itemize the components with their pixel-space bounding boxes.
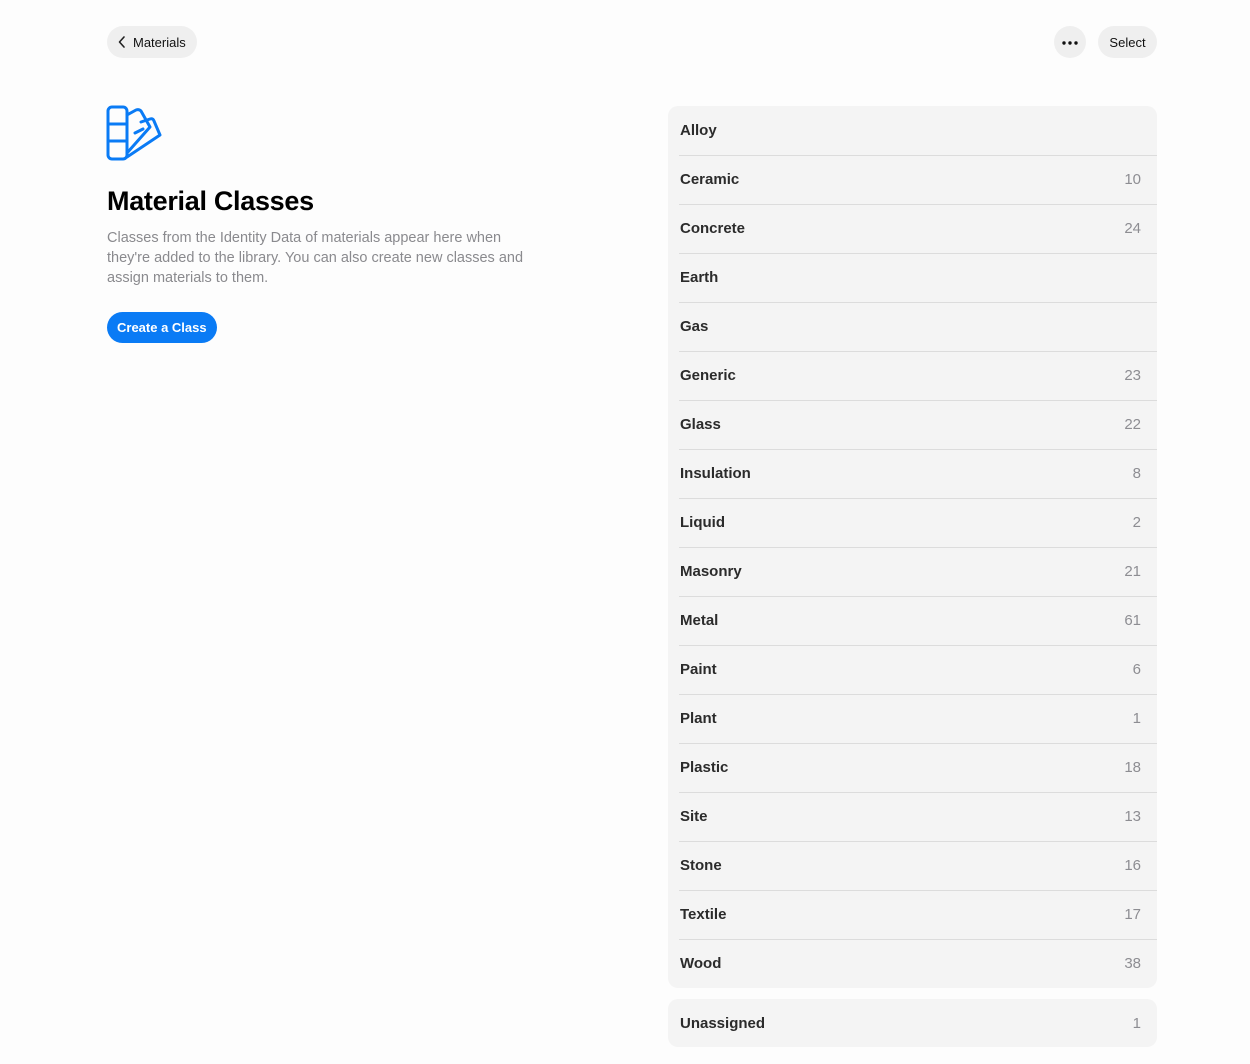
class-count: 2 <box>1132 514 1141 531</box>
class-name: Glass <box>680 416 721 433</box>
class-count: 8 <box>1132 465 1141 482</box>
class-row-paint[interactable]: Paint 6 <box>668 645 1157 694</box>
page-title: Material Classes <box>107 186 314 216</box>
class-row-concrete[interactable]: Concrete 24 <box>668 204 1157 253</box>
class-row-masonry[interactable]: Masonry 21 <box>668 547 1157 596</box>
class-name: Alloy <box>680 122 717 139</box>
class-name: Liquid <box>680 514 725 531</box>
class-row-glass[interactable]: Glass 22 <box>668 400 1157 449</box>
page-description: Classes from the Identity Data of materi… <box>107 230 524 286</box>
class-count: 23 <box>1124 367 1141 384</box>
class-count: 13 <box>1124 808 1141 825</box>
chevron-left-icon <box>115 35 129 49</box>
class-row-plant[interactable]: Plant 1 <box>668 694 1157 743</box>
class-name: Masonry <box>680 563 742 580</box>
class-name: Insulation <box>680 465 751 482</box>
unassigned-count: 1 <box>1132 1014 1141 1032</box>
class-name: Plant <box>680 710 717 727</box>
class-row-wood[interactable]: Wood 38 <box>668 939 1157 988</box>
class-name: Stone <box>680 857 722 874</box>
class-row-gas[interactable]: Gas <box>668 302 1157 351</box>
class-row-ceramic[interactable]: Ceramic 10 <box>668 155 1157 204</box>
class-row-stone[interactable]: Stone 16 <box>668 841 1157 890</box>
class-row-liquid[interactable]: Liquid 2 <box>668 498 1157 547</box>
class-row-plastic[interactable]: Plastic 18 <box>668 743 1157 792</box>
class-count: 16 <box>1124 857 1141 874</box>
class-count: 6 <box>1132 661 1141 678</box>
class-count: 1 <box>1132 710 1141 727</box>
class-row-textile[interactable]: Textile 17 <box>668 890 1157 939</box>
create-class-button[interactable]: Create a Class <box>107 312 217 343</box>
class-name: Paint <box>680 661 717 678</box>
ellipsis-icon <box>1061 33 1079 51</box>
class-row-generic[interactable]: Generic 23 <box>668 351 1157 400</box>
class-row-earth[interactable]: Earth <box>668 253 1157 302</box>
class-count: 18 <box>1124 759 1141 776</box>
class-name: Ceramic <box>680 171 740 188</box>
class-row-metal[interactable]: Metal 61 <box>668 596 1157 645</box>
class-count: 22 <box>1124 416 1141 433</box>
class-count: 10 <box>1124 171 1141 188</box>
class-name: Plastic <box>680 759 729 776</box>
class-row-insulation[interactable]: Insulation 8 <box>668 449 1157 498</box>
class-name: Wood <box>680 955 722 972</box>
class-name: Site <box>680 808 708 825</box>
unassigned-row[interactable]: Unassigned 1 <box>668 999 1157 1047</box>
class-name: Metal <box>680 612 719 629</box>
class-name: Earth <box>680 269 719 286</box>
class-name: Gas <box>680 318 709 335</box>
class-row-alloy[interactable]: Alloy <box>668 106 1157 155</box>
select-button[interactable]: Select <box>1098 26 1157 58</box>
class-count: 61 <box>1124 612 1141 629</box>
class-count: 38 <box>1124 955 1141 972</box>
class-count: 17 <box>1124 906 1141 923</box>
material-swatch-icon <box>106 105 162 161</box>
class-count: 24 <box>1124 220 1141 237</box>
class-name: Generic <box>680 367 736 384</box>
class-count: 21 <box>1124 563 1141 580</box>
class-list: Alloy Ceramic 10 Concrete 24 Earth Gas Generic 2… <box>668 106 1157 988</box>
back-button-label: Materials <box>133 34 186 50</box>
material-classes-page: Materials Select Material Classes Classe… <box>0 0 1250 1064</box>
class-name: Textile <box>680 906 727 923</box>
class-name: Concrete <box>680 220 746 237</box>
class-row-site[interactable]: Site 13 <box>668 792 1157 841</box>
unassigned-label: Unassigned <box>680 1014 766 1032</box>
back-to-materials-button[interactable]: Materials <box>107 26 197 58</box>
more-options-button[interactable] <box>1054 26 1086 58</box>
